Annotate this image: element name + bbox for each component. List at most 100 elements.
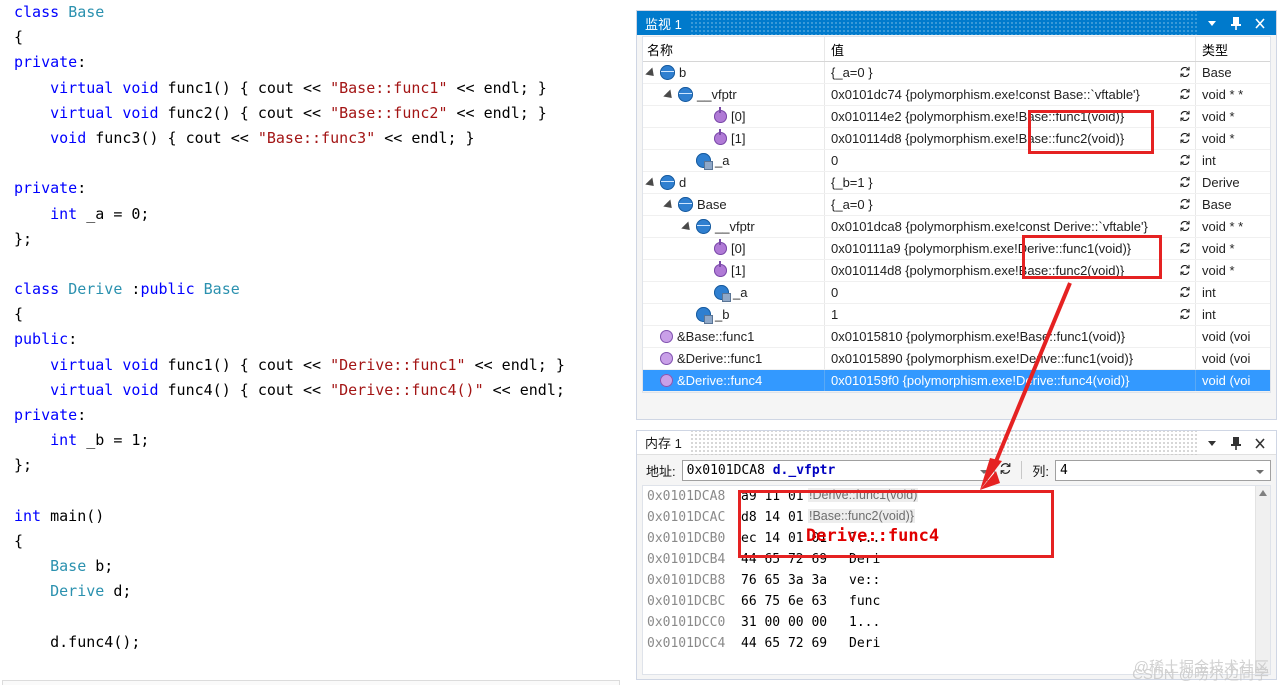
watch-row[interactable]: Base {_a=0 } Base — [643, 194, 1270, 216]
watch-row[interactable]: [0] 0x010111a9 {polymorphism.exe!Derive::… — [643, 238, 1270, 260]
watch-row-type: void * — [1202, 263, 1235, 278]
watch-row[interactable]: _a 0 int — [643, 150, 1270, 172]
code-line: Derive d; — [0, 579, 634, 604]
watch-row-value-cell[interactable]: 0x01015890 {polymorphism.exe!Derive::fun… — [825, 348, 1196, 369]
watch-row-value-cell[interactable]: 1 — [825, 304, 1196, 325]
watch-row-value-cell[interactable]: 0 — [825, 282, 1196, 303]
close-icon[interactable] — [1253, 435, 1267, 451]
memory-row[interactable]: 0x0101DCACd8 14 01 01?... — [643, 507, 1270, 528]
refresh-icon[interactable] — [1178, 285, 1192, 299]
watch-row-name-cell: Base — [643, 194, 825, 215]
expander-open-icon[interactable] — [665, 89, 676, 100]
watch-row[interactable]: _b 1 int — [643, 304, 1270, 326]
watch-row[interactable]: __vfptr 0x0101dca8 {polymorphism.exe!cons… — [643, 216, 1270, 238]
watch-title: 监视 1 — [645, 16, 682, 32]
code-token: private — [14, 406, 78, 424]
memory-row[interactable]: 0x0101DCB8 76 65 3a 3a ve:: — [643, 570, 1270, 591]
chevron-down-icon[interactable] — [1205, 15, 1219, 31]
refresh-icon[interactable] — [1178, 153, 1192, 167]
watch-row-type: void * * — [1202, 219, 1244, 234]
watch-row-value: {_b=1 } — [831, 175, 873, 190]
memory-dump[interactable]: 0x0101DCA8a9 11 01 01?...0x0101DCACd8 14… — [642, 485, 1271, 675]
code-token: Derive — [50, 582, 105, 601]
current-line-highlight[interactable]: return 0; — [2, 680, 620, 685]
expander-open-icon[interactable] — [683, 221, 694, 232]
watch-row[interactable]: &Base::func1 0x01015810 {polymorphism.exe… — [643, 326, 1270, 348]
refresh-icon[interactable] — [1178, 87, 1192, 101]
watch-row[interactable]: _a 0 int — [643, 282, 1270, 304]
watch-row[interactable]: d {_b=1 } Derive — [643, 172, 1270, 194]
expander-none — [701, 133, 712, 144]
expander-none — [647, 353, 658, 364]
watch-col-name[interactable]: 名称 — [643, 37, 825, 61]
watch-row-value: 0x010114e2 {polymorphism.exe!Base::func1… — [831, 109, 1125, 124]
pin-icon[interactable] — [1229, 435, 1243, 451]
watch-row-value-cell[interactable]: 0x010114d8 {polymorphism.exe!Base::func2… — [825, 128, 1196, 149]
watch-row[interactable]: &Derive::func4 0x010159f0 {polymorphism.e… — [643, 370, 1270, 392]
refresh-icon[interactable] — [1178, 263, 1192, 277]
expander-open-icon[interactable] — [647, 177, 658, 188]
watch-row-value-cell[interactable]: 0x010114d8 {polymorphism.exe!Base::func2… — [825, 260, 1196, 281]
code-token: "Base::func3" — [257, 128, 376, 147]
watch-row[interactable]: [1] 0x010114d8 {polymorphism.exe!Base::fu… — [643, 128, 1270, 150]
memory-window[interactable]: 内存 1 地址: 0x0101DCA8 d._vfptr 列: 4 0x0101… — [636, 430, 1277, 680]
watch-row-value-cell[interactable]: 0x0101dca8 {polymorphism.exe!const Deriv… — [825, 216, 1196, 237]
memory-row[interactable]: 0x0101DCA8a9 11 01 01?... — [643, 486, 1270, 507]
code-line: void func3() { cout << "Base::func3" << … — [0, 126, 634, 151]
watch-row[interactable]: &Derive::func1 0x01015890 {polymorphism.e… — [643, 348, 1270, 370]
refresh-icon[interactable] — [1178, 241, 1192, 255]
watch-row-value-cell[interactable]: 0x01015810 {polymorphism.exe!Base::func1… — [825, 326, 1196, 347]
pin-icon[interactable] — [1229, 15, 1243, 31]
memory-hex: 76 65 3a 3a — [741, 573, 828, 588]
code-token: "Base::func2" — [330, 103, 448, 122]
watch-col-value[interactable]: 值 — [825, 37, 1196, 61]
memory-scrollbar[interactable] — [1255, 486, 1270, 674]
code-editor[interactable]: class Base {private: virtual void func1()… — [0, 0, 634, 685]
memory-row[interactable]: 0x0101DCC0 31 00 00 00 1... — [643, 612, 1270, 633]
code-lines: class Base {private: virtual void func1()… — [0, 0, 634, 680]
watch-row-value-cell[interactable]: 0x0101dc74 {polymorphism.exe!const Base:… — [825, 84, 1196, 105]
watch-row[interactable]: b {_a=0 } Base — [643, 62, 1270, 84]
watch-row-name-cell: [0] — [643, 238, 825, 259]
memory-row[interactable]: 0x0101DCB0 ec 14 01 01?... — [643, 528, 1270, 549]
chevron-down-icon[interactable] — [1256, 469, 1264, 474]
refresh-icon[interactable] — [1178, 197, 1192, 211]
watch-row-value-cell[interactable]: {_a=0 } — [825, 194, 1196, 215]
expander-open-icon[interactable] — [647, 67, 658, 78]
memory-row[interactable]: 0x0101DCC4 44 65 72 69 Deri — [643, 633, 1270, 654]
expander-open-icon[interactable] — [665, 199, 676, 210]
columns-input[interactable]: 4 — [1055, 459, 1271, 481]
watch-row[interactable]: __vfptr 0x0101dc74 {polymorphism.exe!cons… — [643, 84, 1270, 106]
expander-none — [701, 287, 712, 298]
refresh-icon[interactable] — [1178, 65, 1192, 79]
code-line: { — [0, 302, 634, 327]
address-input[interactable]: 0x0101DCA8 d._vfptr — [681, 459, 996, 481]
pointer-icon — [714, 261, 727, 277]
refresh-icon[interactable] — [1178, 307, 1192, 321]
watch-window[interactable]: 监视 1 名称 值 类型 b {_a=0} Base __vfptr 0x01… — [636, 10, 1277, 420]
watch-row-value-cell[interactable]: 0 — [825, 150, 1196, 171]
refresh-icon[interactable] — [1178, 219, 1192, 233]
watch-row-value-cell[interactable]: 0x010114e2 {polymorphism.exe!Base::func1… — [825, 106, 1196, 127]
chevron-down-icon[interactable] — [1205, 435, 1219, 451]
scroll-up-arrow-icon[interactable] — [1259, 490, 1267, 496]
watch-row-value: {_a=0 } — [831, 65, 873, 80]
close-icon[interactable] — [1253, 15, 1267, 31]
watch-row[interactable]: [0] 0x010114e2 {polymorphism.exe!Base::fu… — [643, 106, 1270, 128]
memory-row[interactable]: 0x0101DCBC 66 75 6e 63 func — [643, 591, 1270, 612]
watch-grid[interactable]: 名称 值 类型 b {_a=0 } Base __vfptr 0x0101dc74 {p… — [642, 36, 1271, 393]
watch-row-value-cell[interactable]: {_b=1 } — [825, 172, 1196, 193]
watch-col-type[interactable]: 类型 — [1196, 37, 1270, 61]
watch-row[interactable]: [1] 0x010114d8 {polymorphism.exe!Base::fu… — [643, 260, 1270, 282]
code-token: _b = 1; — [77, 431, 150, 450]
memory-row[interactable]: 0x0101DCB4 44 65 72 69 Deri — [643, 549, 1270, 570]
watch-row-value-cell[interactable]: 0x010159f0 {polymorphism.exe!Derive::fun… — [825, 370, 1196, 391]
watch-row-name-cell: _a — [643, 150, 825, 171]
memory-refresh-icon[interactable] — [995, 461, 1015, 480]
refresh-icon[interactable] — [1178, 175, 1192, 189]
chevron-down-icon[interactable] — [980, 469, 989, 474]
watch-row-value-cell[interactable]: {_a=0 } — [825, 62, 1196, 83]
refresh-icon[interactable] — [1178, 131, 1192, 145]
watch-row-value-cell[interactable]: 0x010111a9 {polymorphism.exe!Derive::fun… — [825, 238, 1196, 259]
refresh-icon[interactable] — [1178, 109, 1192, 123]
